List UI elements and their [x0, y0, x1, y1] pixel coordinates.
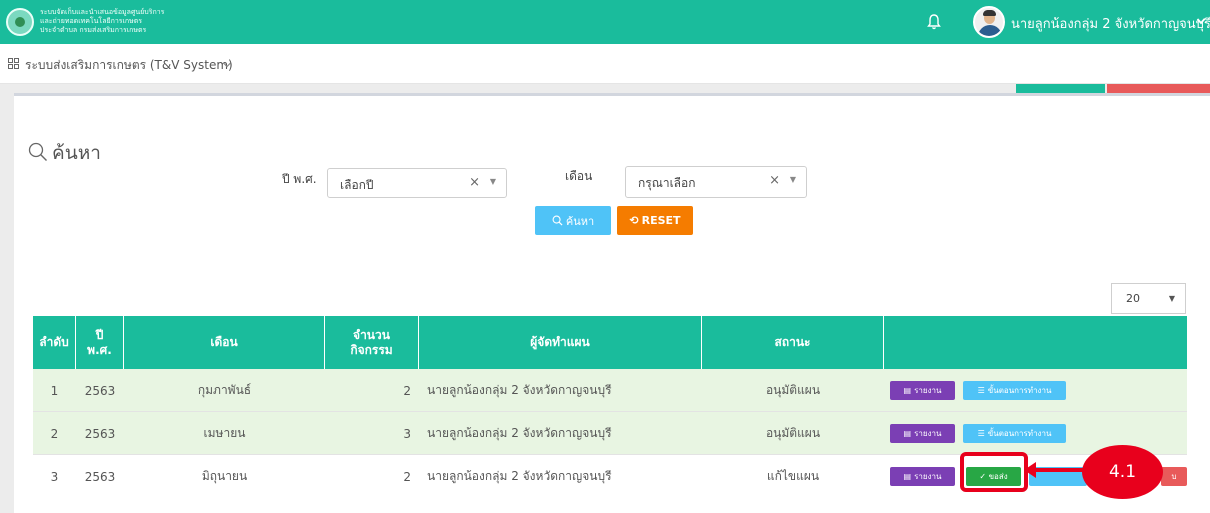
document-icon: ▤	[903, 386, 912, 395]
search-button[interactable]: ค้นหา	[535, 206, 611, 235]
col-index: ลำดับ	[33, 316, 76, 369]
cell-year: 2563	[84, 383, 116, 398]
col-year: ปี พ.ศ.	[76, 316, 124, 369]
department-logo[interactable]	[6, 8, 34, 36]
cell-activity-count: 3	[403, 426, 411, 441]
cell-activity-count: 2	[403, 469, 411, 484]
system-selector-label[interactable]: ระบบส่งเสริมการเกษตร (T&V System)	[25, 56, 233, 75]
user-name[interactable]: นายลูกน้องกลุ่ม 2 จังหวัดกาญจนบุรี	[1011, 13, 1210, 34]
cell-index: 3	[50, 469, 59, 484]
search-icon	[28, 142, 47, 161]
table-row: 2 2563 เมษายน 3 นายลูกน้องกลุ่ม 2 จังหวั…	[33, 412, 1187, 455]
highlight-box	[960, 452, 1028, 492]
cell-status: อนุมัติแผน	[765, 426, 821, 440]
grid-icon[interactable]	[8, 58, 19, 69]
cell-index: 2	[50, 426, 59, 441]
refresh-icon: ⟲	[629, 214, 639, 227]
cell-planner: นายลูกน้องกลุ่ม 2 จังหวัดกาญจนบุรี	[427, 383, 612, 397]
chevron-down-icon[interactable]	[1196, 16, 1206, 26]
clear-icon[interactable]: ×	[769, 173, 780, 188]
page-size-select[interactable]: 20 ▼	[1111, 283, 1186, 314]
month-label: เดือน	[565, 169, 593, 183]
report-button[interactable]: ▤ รายงาน	[890, 467, 955, 486]
annotation-arrow-head	[1024, 462, 1036, 478]
reset-button[interactable]: ⟲ RESET	[617, 206, 693, 235]
cell-month: เมษายน	[203, 426, 246, 440]
cell-year: 2563	[84, 469, 116, 484]
list-icon: ☰	[977, 386, 985, 395]
year-label: ปี พ.ศ.	[282, 172, 317, 186]
report-button[interactable]: ▤ รายงาน	[890, 381, 955, 400]
year-select[interactable]: เลือกปี × ▼	[327, 168, 507, 198]
table-row: 1 2563 กุมภาพันธ์ 2 นายลูกน้องกลุ่ม 2 จั…	[33, 369, 1187, 412]
header-action-button-green[interactable]	[1016, 84, 1105, 93]
document-icon: ▤	[903, 429, 912, 438]
step-callout: 4.1	[1082, 445, 1163, 499]
work-steps-button[interactable]: ☰ ขั้นตอนการทำงาน	[963, 424, 1066, 443]
cell-activity-count: 2	[403, 383, 411, 398]
cell-status: อนุมัติแผน	[765, 383, 821, 397]
page-size-value: 20	[1126, 292, 1140, 305]
cell-status: แก้ไขแผน	[766, 469, 820, 483]
bell-icon[interactable]	[926, 13, 942, 31]
col-planner: ผู้จัดทำแผน	[419, 316, 702, 369]
dropdown-caret-icon[interactable]: ▼	[490, 177, 496, 186]
year-select-value: เลือกปี	[340, 178, 374, 192]
dropdown-caret-icon: ▼	[1168, 294, 1175, 303]
top-navbar: ระบบจัดเก็บและนำเสนอข้อมูลศูนย์บริการ แล…	[0, 0, 1210, 44]
month-select[interactable]: กรุณาเลือก × ▼	[625, 166, 807, 198]
chevron-down-icon[interactable]	[222, 61, 232, 69]
report-button[interactable]: ▤ รายงาน	[890, 424, 955, 443]
cell-year: 2563	[84, 426, 116, 441]
search-section-title: ค้นหา	[28, 138, 101, 168]
header-action-button-red[interactable]	[1107, 84, 1210, 93]
user-avatar[interactable]	[973, 6, 1005, 38]
dropdown-caret-icon[interactable]: ▼	[790, 175, 796, 184]
cell-month: มิถุนายน	[201, 469, 248, 483]
system-bar: ระบบส่งเสริมการเกษตร (T&V System)	[0, 44, 1210, 84]
cell-index: 1	[50, 383, 59, 398]
cell-planner: นายลูกน้องกลุ่ม 2 จังหวัดกาญจนบุรี	[427, 469, 612, 483]
partial-red-button[interactable]: บ	[1161, 467, 1187, 486]
clear-icon[interactable]: ×	[469, 175, 480, 190]
col-actions	[884, 316, 1187, 369]
search-icon	[552, 215, 563, 226]
annotation-arrow	[1028, 468, 1084, 472]
document-icon: ▤	[903, 472, 912, 481]
table-header: ลำดับ ปี พ.ศ. เดือน จำนวน กิจกรรม ผู้จัดทำ…	[33, 316, 1187, 369]
cell-month: กุมภาพันธ์	[197, 383, 252, 397]
col-status: สถานะ	[702, 316, 884, 369]
col-month: เดือน	[124, 316, 325, 369]
work-steps-button[interactable]: ☰ ขั้นตอนการทำงาน	[963, 381, 1066, 400]
col-activity-count: จำนวน กิจกรรม	[325, 316, 419, 369]
department-name: ระบบจัดเก็บและนำเสนอข้อมูลศูนย์บริการ แล…	[40, 8, 165, 34]
month-select-value: กรุณาเลือก	[638, 176, 696, 190]
list-icon: ☰	[977, 429, 985, 438]
cell-planner: นายลูกน้องกลุ่ม 2 จังหวัดกาญจนบุรี	[427, 426, 612, 440]
